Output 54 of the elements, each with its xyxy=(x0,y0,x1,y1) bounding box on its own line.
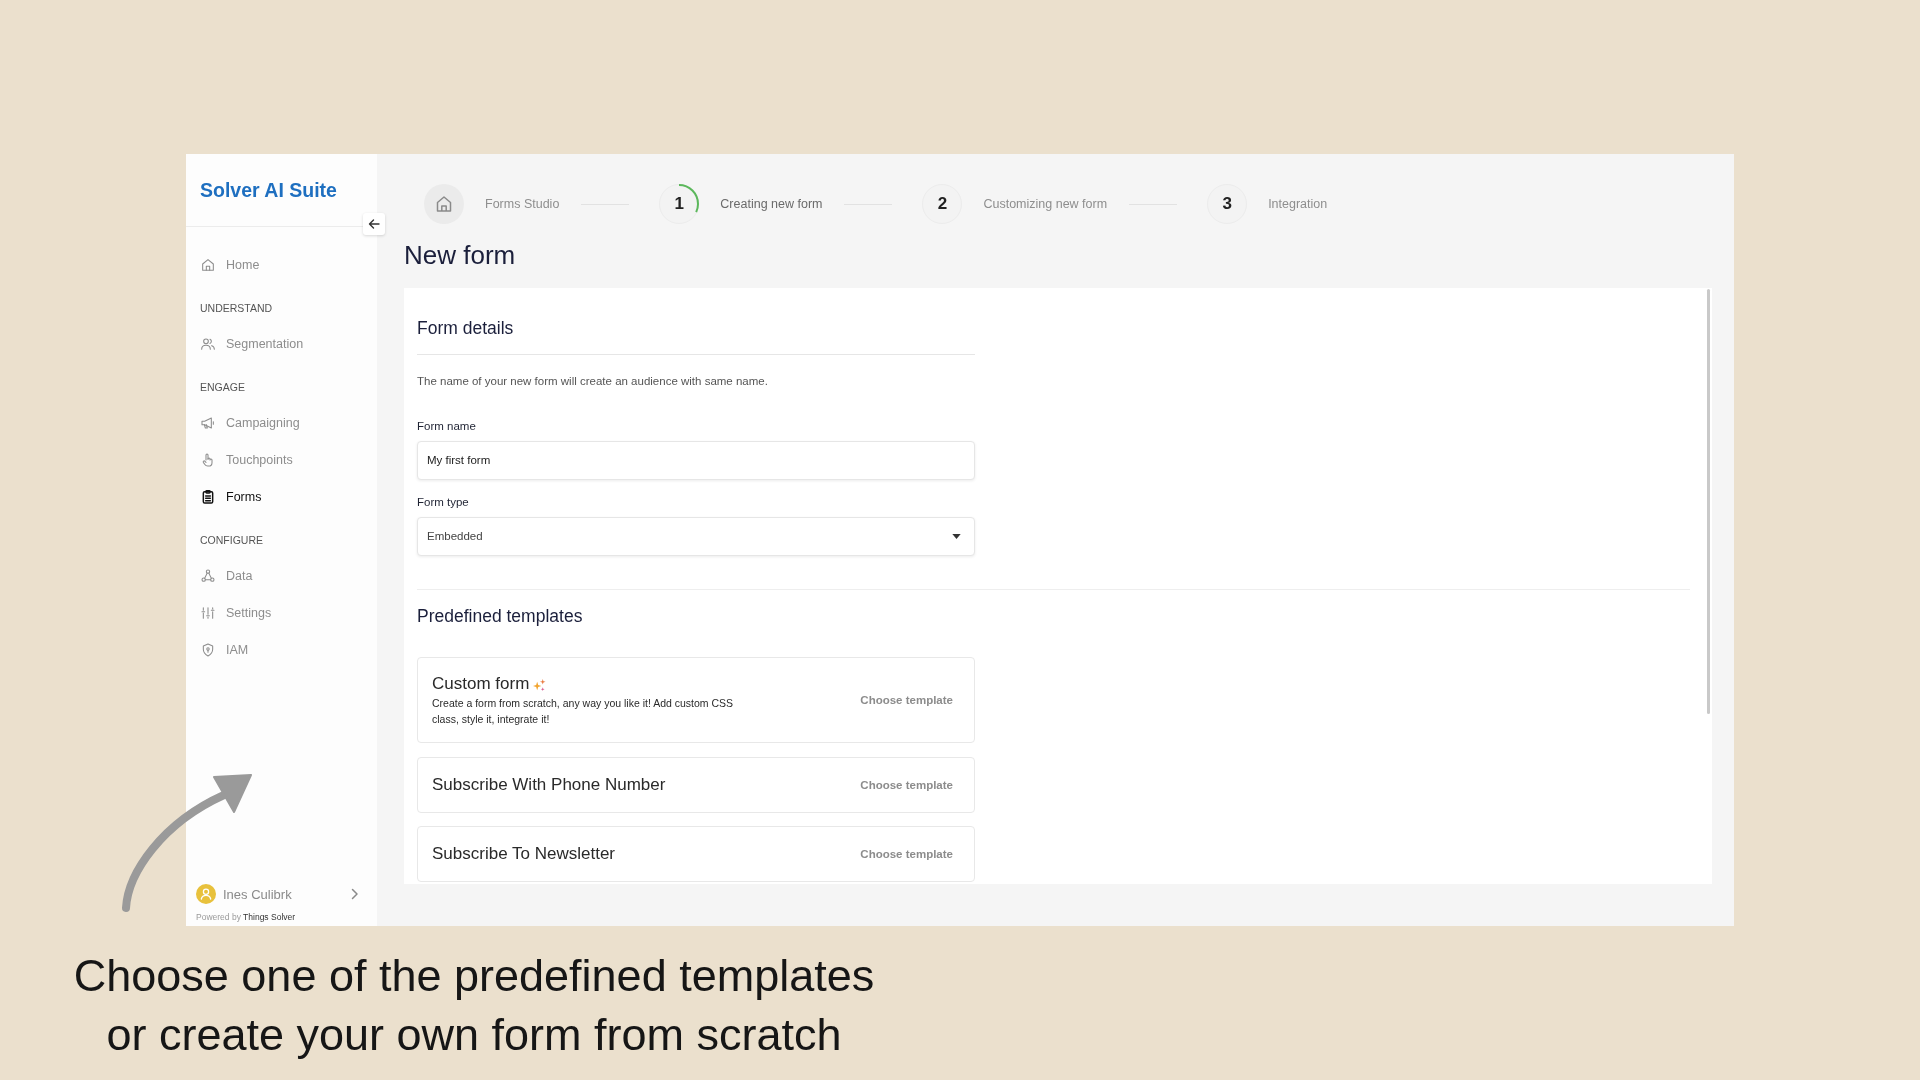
user-name[interactable]: Ines Culibrk xyxy=(223,886,292,902)
nav-item[interactable]: Segmentation xyxy=(200,335,304,352)
choose-template-button[interactable]: Choose template xyxy=(860,693,953,706)
avatar-icon[interactable] xyxy=(196,884,216,904)
app-logo-text: Solver AI Suite xyxy=(200,178,337,202)
choose-template-button[interactable]: Choose template xyxy=(860,847,953,860)
template-title: Subscribe To Newsletter xyxy=(432,842,615,865)
nav-item[interactable]: Campaigning xyxy=(200,414,300,431)
powered-by-text: Powered by Things Solver xyxy=(196,911,297,923)
megaphone-icon xyxy=(200,414,216,431)
clipboard-icon xyxy=(200,488,216,505)
nav-section-heading: ENGAGE xyxy=(200,380,245,394)
step-indicator: 1 xyxy=(659,184,700,224)
step-indicator: 2 xyxy=(922,184,963,224)
scrollbar-thumb[interactable] xyxy=(1707,289,1710,714)
shield-icon xyxy=(200,641,216,658)
users-icon xyxy=(200,335,216,352)
caret-down-icon xyxy=(952,533,961,539)
caption-text: Choose one of the predefined templates or create your own form from scratch xyxy=(73,949,875,1062)
sparkle-icon xyxy=(533,678,547,692)
template-title: Custom form xyxy=(432,672,530,695)
step-label: Forms Studio xyxy=(485,197,560,211)
select-field[interactable]: Embedded xyxy=(417,516,975,556)
nav-item[interactable]: Data xyxy=(200,567,253,584)
template-description: Create a form from scratch, any way you like it! Add custom CSS class, style it, integrate it! xyxy=(432,695,735,727)
nav-item[interactable]: Settings xyxy=(200,604,272,621)
arrow-left-icon xyxy=(368,218,380,230)
template-title: Subscribe With Phone Number xyxy=(432,773,666,796)
choose-template-button[interactable]: Choose template xyxy=(860,778,953,791)
brand-link[interactable]: Things Solver xyxy=(243,912,296,922)
step-label: Integration xyxy=(1268,197,1328,211)
page-title: New form xyxy=(404,240,517,270)
collapse-button[interactable] xyxy=(363,213,385,235)
step-label: Customizing new form xyxy=(983,197,1108,211)
field-label: Form name xyxy=(417,419,477,434)
step-label: Creating new form xyxy=(720,197,823,211)
text-field[interactable]: My first form xyxy=(417,440,975,480)
nav-item[interactable]: Home xyxy=(200,256,260,273)
sliders-icon xyxy=(200,604,216,621)
pointing-hand-icon xyxy=(200,451,216,468)
home-icon[interactable] xyxy=(424,184,464,224)
section-title: Form details xyxy=(417,317,515,339)
nav-item[interactable]: Forms xyxy=(200,488,262,505)
step-indicator: 3 xyxy=(1207,184,1248,224)
description-text: The name of your new form will create an audience with same name. xyxy=(417,374,769,389)
field-label: Form type xyxy=(417,495,470,510)
chevron-right-icon[interactable] xyxy=(351,888,359,900)
nav-item[interactable]: Touchpoints xyxy=(200,451,293,468)
nav-item[interactable]: IAM xyxy=(200,641,249,658)
nav-section-heading: CONFIGURE xyxy=(200,533,263,547)
nav-section-heading: UNDERSTAND xyxy=(200,301,273,315)
home-icon xyxy=(200,256,216,273)
section-title: Predefined templates xyxy=(417,604,584,627)
connected-nodes-icon xyxy=(200,567,216,584)
